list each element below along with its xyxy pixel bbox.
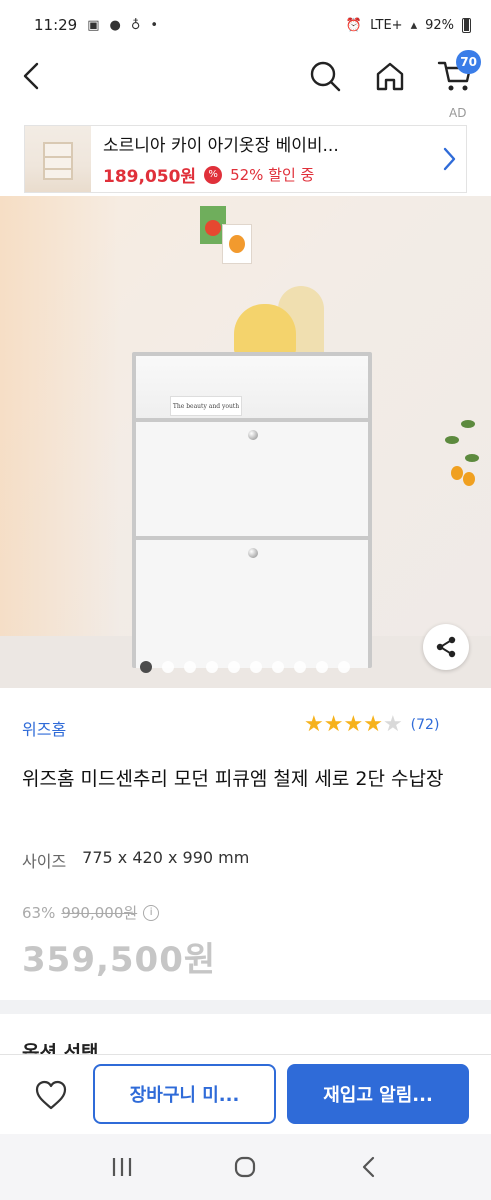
star-filled-icon: ★ [343,712,364,737]
status-bar: 11:29 ▣ ● ♁ • ⏰ LTE+ ▴ 92% [0,0,491,50]
home-icon [376,62,404,91]
share-icon [436,636,456,658]
ad-thumbnail [25,126,91,192]
cart-button[interactable]: 70 [435,50,481,96]
size-label: 사이즈 [22,852,67,871]
section-divider [0,1000,491,1014]
top-nav: 70 [0,50,491,102]
ad-text: 소르니아 카이 아기옷장 베이비... 189,050원 % 52% 할인 중 [91,131,432,187]
carousel-dot[interactable] [272,661,284,673]
brand-link[interactable]: 위즈홈 [22,716,66,740]
carousel-dots [140,661,350,673]
product-info: 위즈홈 ★★★★★ (72) 위즈홈 미드센추리 모던 피큐엠 철제 세로 2단… [0,688,491,1000]
option-title: 옵션 선택 [22,1042,99,1054]
carousel-dot[interactable] [162,661,174,673]
battery-label: 92% [425,17,454,33]
carousel-dot[interactable] [250,661,262,673]
poster-decor [222,224,252,264]
star-filled-icon: ★ [323,712,344,737]
recent-apps-icon [112,1158,131,1176]
back-system-button[interactable] [349,1147,389,1187]
carousel-dot[interactable] [228,661,240,673]
star-filled-icon: ★ [304,712,324,737]
ad-title: 소르니아 카이 아기옷장 베이비... [103,136,339,156]
system-nav-bar [0,1134,491,1200]
recent-apps-button[interactable] [102,1147,142,1187]
share-button[interactable] [423,624,469,670]
ad-tag: AD [449,106,467,120]
vase-decor [234,304,296,354]
home-circle-icon [235,1156,256,1178]
heart-icon [35,1080,67,1110]
size-row: 사이즈 775 x 420 x 990 mm [22,848,249,872]
cart-count-badge: 70 [456,50,481,74]
review-count: (72) [410,717,440,733]
carousel-dot[interactable] [206,661,218,673]
original-price-row: 63% 990,000원 i [22,902,160,923]
dot-icon: • [150,17,159,33]
search-button[interactable] [305,56,345,96]
search-icon [310,61,341,92]
battery-icon [462,17,471,33]
ad-price-line: 189,050원 % 52% 할인 중 [103,162,432,187]
wishlist-button[interactable] [30,1075,72,1115]
ad-price: 189,050원 [103,167,197,187]
network-label: LTE+ [370,17,403,33]
star-filled-icon: ★ [363,712,383,737]
gallery-icon: ▣ [87,17,100,33]
product-title: 위즈홈 미드센추리 모던 피큐엠 철제 세로 2단 수납장 [22,768,444,790]
original-price: 990,000원 [61,904,138,922]
chevron-left-icon [23,62,39,90]
home-system-button[interactable] [225,1147,265,1187]
chevron-right-icon [432,146,466,172]
status-time: 11:29 [34,16,78,34]
sale-price: 359,500원 [22,940,217,980]
carousel-dot[interactable] [184,661,196,673]
discount-icon: % [204,165,223,184]
add-to-cart-button[interactable]: 장바구니 미... [93,1064,276,1124]
cabinet-image: The beauty and youth [132,352,372,668]
signal-icon: ▴ [410,17,418,33]
back-button[interactable] [12,56,52,96]
alarm-icon: ⏰ [345,17,363,33]
bottom-action-bar: 장바구니 미... 재입고 알림... [0,1054,491,1134]
back-chevron-icon [363,1156,375,1178]
status-right: ⏰ LTE+ ▴ 92% [345,17,471,33]
option-section[interactable]: 옵션 선택 [0,1014,491,1054]
book-decor: The beauty and youth [170,396,242,416]
rating[interactable]: ★★★★★ (72) [304,714,439,736]
rating-stars: ★★★★★ [304,714,403,736]
home-button[interactable] [370,56,410,96]
ad-discount: 52% 할인 중 [230,166,315,184]
chat-icon: ● [109,17,121,33]
carousel-dot[interactable] [338,661,350,673]
discount-rate: 63% [22,903,56,922]
carousel-dot[interactable] [140,661,152,673]
star-empty-icon: ★ [382,712,403,737]
product-image-carousel[interactable]: The beauty and youth [0,196,491,688]
carousel-dot[interactable] [294,661,306,673]
restock-alert-button[interactable]: 재입고 알림... [287,1064,469,1124]
carousel-dot[interactable] [316,661,328,673]
status-left: 11:29 ▣ ● ♁ • [34,16,158,34]
ad-banner[interactable]: 소르니아 카이 아기옷장 베이비... 189,050원 % 52% 할인 중 [24,125,467,193]
info-icon[interactable]: i [143,904,160,921]
plant-decor [441,414,481,504]
size-value: 775 x 420 x 990 mm [82,848,250,867]
sync-icon: ♁ [130,17,141,33]
